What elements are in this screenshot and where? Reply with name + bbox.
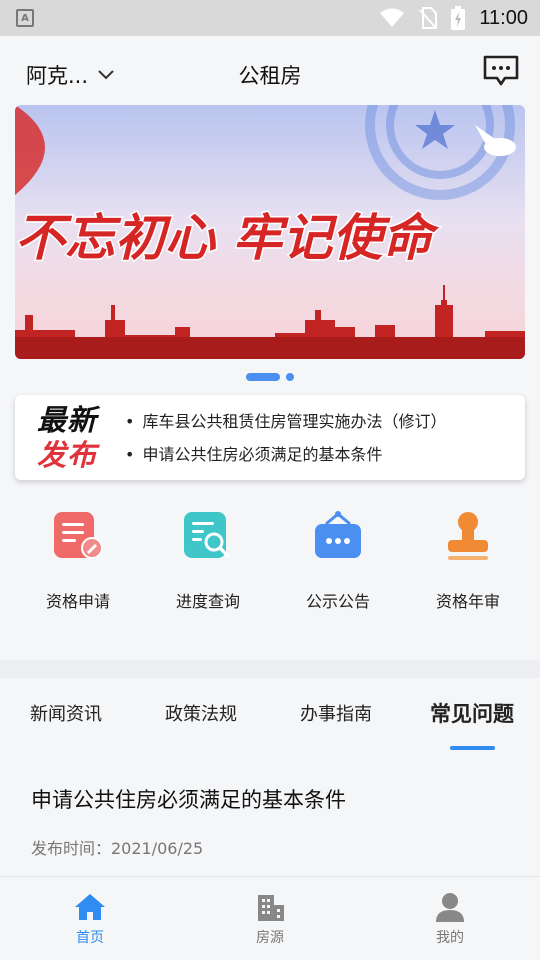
- logo-line-1: 最新: [37, 403, 98, 437]
- latest-release-logo: 最新 发布: [37, 403, 107, 473]
- quick-link-qualification-apply[interactable]: 资格申请: [13, 510, 143, 630]
- app-notification-icon: A: [16, 9, 34, 27]
- news-item-text: 申请公共住房必须满足的基本条件: [142, 445, 383, 464]
- quick-link-label: 资格申请: [45, 592, 110, 611]
- quick-link-public-notice[interactable]: 公示公告: [273, 510, 403, 630]
- nav-label: 首页: [76, 930, 104, 946]
- quick-links: 资格申请 进度查询 公示公告 资格年审: [0, 510, 540, 630]
- nav-profile[interactable]: 我的: [405, 891, 495, 947]
- tab-news[interactable]: 新闻资讯: [30, 700, 102, 726]
- news-item[interactable]: • 库车县公共租赁住房管理实施办法（修订）: [125, 405, 446, 438]
- news-list: • 库车县公共租赁住房管理实施办法（修订） • 申请公共住房必须满足的基本条件: [125, 405, 446, 471]
- quick-link-label: 进度查询: [175, 592, 240, 611]
- message-icon[interactable]: [482, 54, 520, 88]
- bullet: •: [125, 445, 135, 464]
- article-title[interactable]: 申请公共住房必须满足的基本条件: [31, 784, 346, 814]
- quick-link-annual-review[interactable]: 资格年审: [403, 510, 533, 630]
- banner-dot-active: [246, 373, 280, 381]
- active-tab-indicator: [450, 746, 495, 750]
- nav-label: 房源: [256, 930, 284, 946]
- wifi-icon: [380, 8, 405, 27]
- quick-link-progress-query[interactable]: 进度查询: [143, 510, 273, 630]
- bullet: •: [125, 412, 135, 431]
- quick-link-label: 资格年审: [435, 592, 500, 611]
- promo-banner[interactable]: 不忘初心 牢记使命: [15, 105, 525, 359]
- banner-indicator: [0, 373, 540, 381]
- app-header: 阿克... 公租房: [0, 36, 540, 106]
- city-label: 阿克...: [26, 64, 89, 88]
- home-icon: [75, 894, 105, 920]
- nav-home[interactable]: 首页: [45, 891, 135, 947]
- banner-slogan: 不忘初心 牢记使命: [15, 208, 439, 267]
- quick-link-label: 公示公告: [305, 592, 370, 611]
- article-date: 发布时间：2021/06/25: [31, 839, 204, 858]
- city-selector[interactable]: 阿克...: [26, 60, 114, 90]
- tab-faq[interactable]: 常见问题: [430, 698, 514, 728]
- bottom-navigation: 首页 房源 我的: [0, 876, 540, 960]
- logo-line-2: 发布: [37, 438, 98, 472]
- banner-image: 不忘初心 牢记使命: [15, 105, 525, 359]
- nav-housing[interactable]: 房源: [225, 891, 315, 947]
- tab-service-guide[interactable]: 办事指南: [300, 700, 372, 726]
- stamp-icon: [448, 512, 488, 560]
- chevron-down-icon: [98, 70, 114, 80]
- progress-search-icon: [184, 512, 230, 558]
- clock: 11:00: [479, 6, 528, 29]
- battery-charging-icon: [451, 6, 466, 30]
- info-tabs: 新闻资讯 政策法规 办事指南 常见问题: [0, 678, 540, 750]
- section-divider: [0, 660, 540, 678]
- no-sim-icon: [419, 7, 438, 29]
- status-bar: A 11:00: [0, 0, 540, 36]
- tab-policy[interactable]: 政策法规: [165, 700, 237, 726]
- banner-dot: [286, 373, 294, 381]
- latest-news-panel: 最新 发布 • 库车县公共租赁住房管理实施办法（修订） • 申请公共住房必须满足的基…: [15, 395, 525, 480]
- announcement-board-icon: [315, 511, 361, 558]
- application-form-icon: [54, 512, 103, 559]
- news-item-text: 库车县公共租赁住房管理实施办法（修订）: [142, 412, 447, 431]
- building-icon: [258, 895, 284, 921]
- news-item[interactable]: • 申请公共住房必须满足的基本条件: [125, 438, 446, 471]
- nav-label: 我的: [436, 930, 464, 946]
- user-icon: [436, 893, 464, 922]
